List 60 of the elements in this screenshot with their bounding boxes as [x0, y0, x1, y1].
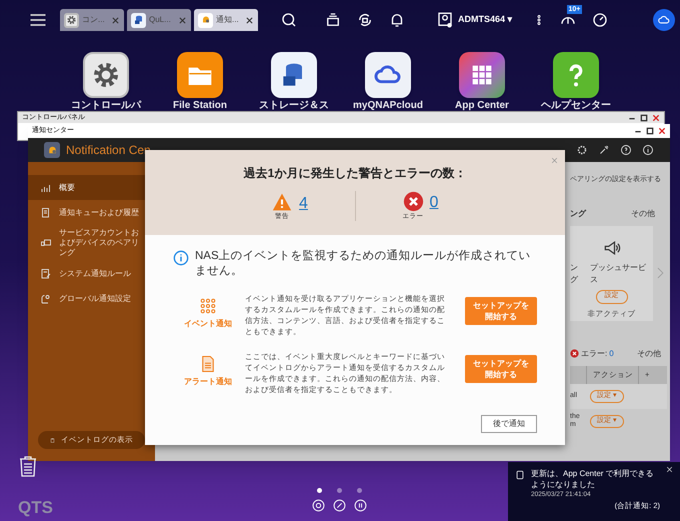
user-icon	[436, 11, 454, 29]
grid-icon	[199, 297, 217, 315]
app-icon[interactable]	[553, 52, 599, 98]
rule-label: アラート通知	[184, 376, 232, 388]
tools-icon[interactable]	[333, 499, 346, 512]
app-icon[interactable]	[83, 52, 129, 98]
search-icon[interactable]	[280, 11, 298, 29]
app-icon[interactable]	[271, 52, 317, 98]
database-icon	[132, 14, 144, 26]
sidebar-item[interactable]: システム通知ルール	[28, 261, 155, 286]
app-label[interactable]: ヘルプセンター	[541, 100, 611, 111]
info-icon[interactable]	[642, 144, 654, 156]
document-icon	[199, 355, 217, 373]
sidebar-item[interactable]: サービスアカウントおよびデバイスのペアリング	[28, 225, 155, 261]
app-icon	[515, 470, 525, 480]
card-label: プッシュサービス	[590, 262, 647, 286]
error-label: エラー:	[581, 348, 608, 360]
tab[interactable]: その他	[631, 208, 655, 220]
devices-icon	[40, 237, 52, 249]
app-label[interactable]: ストレージ＆ス	[259, 100, 329, 111]
app-icon[interactable]	[365, 52, 411, 98]
taskbar-tab[interactable]: 通知...	[194, 9, 258, 31]
notify-later-button[interactable]: 後で通知	[481, 415, 537, 433]
info-message: NAS上のイベントを監視するための通知ルールが作成されていません。	[195, 249, 532, 279]
dialog-title: 過去1か月に発生した警告とエラーの数：	[244, 165, 466, 182]
sidebar-item[interactable]: グローバル通知設定	[28, 286, 155, 311]
tab[interactable]: その他	[637, 348, 667, 360]
stack-icon[interactable]	[324, 11, 342, 29]
edit-document-icon	[40, 268, 52, 280]
app-icon[interactable]	[459, 52, 505, 98]
sidebar-item[interactable]: 通知キューおよび履歴	[28, 200, 155, 225]
close-icon[interactable]	[245, 16, 254, 24]
app-icon[interactable]	[177, 52, 223, 98]
error-count[interactable]: 0	[609, 348, 614, 360]
error-icon	[402, 191, 424, 212]
sync-icon[interactable]	[356, 11, 374, 29]
error-count-link[interactable]: 0	[430, 191, 438, 215]
clipboard-icon	[50, 436, 55, 444]
cloud-button[interactable]	[652, 9, 675, 31]
pause-icon[interactable]	[354, 499, 367, 512]
logo-text: QTS	[18, 497, 53, 519]
info-icon	[173, 250, 189, 266]
notification-message: 更新は、App Center で利用できるようになりました	[531, 468, 655, 490]
document-icon	[40, 206, 52, 218]
app-label[interactable]: File Station	[173, 100, 227, 111]
settings-icon[interactable]	[576, 144, 588, 156]
app-label[interactable]: App Center	[455, 100, 509, 111]
rule-label: イベント通知	[184, 318, 232, 330]
warning-count-link[interactable]: 4	[299, 192, 308, 216]
error-icon	[570, 349, 579, 358]
card-label: ング	[570, 262, 579, 286]
speedometer-icon[interactable]	[590, 11, 609, 29]
warning-icon	[271, 192, 294, 212]
app-label[interactable]: myQNAPcloud	[352, 100, 423, 111]
tools-icon[interactable]	[598, 144, 610, 156]
help-icon[interactable]	[620, 144, 632, 156]
app-label[interactable]: コントロールパ	[71, 100, 141, 111]
user-menu[interactable]: ADMTS464 ▾	[436, 11, 513, 29]
gear-icon	[66, 14, 77, 26]
tab[interactable]: ング	[570, 208, 586, 220]
